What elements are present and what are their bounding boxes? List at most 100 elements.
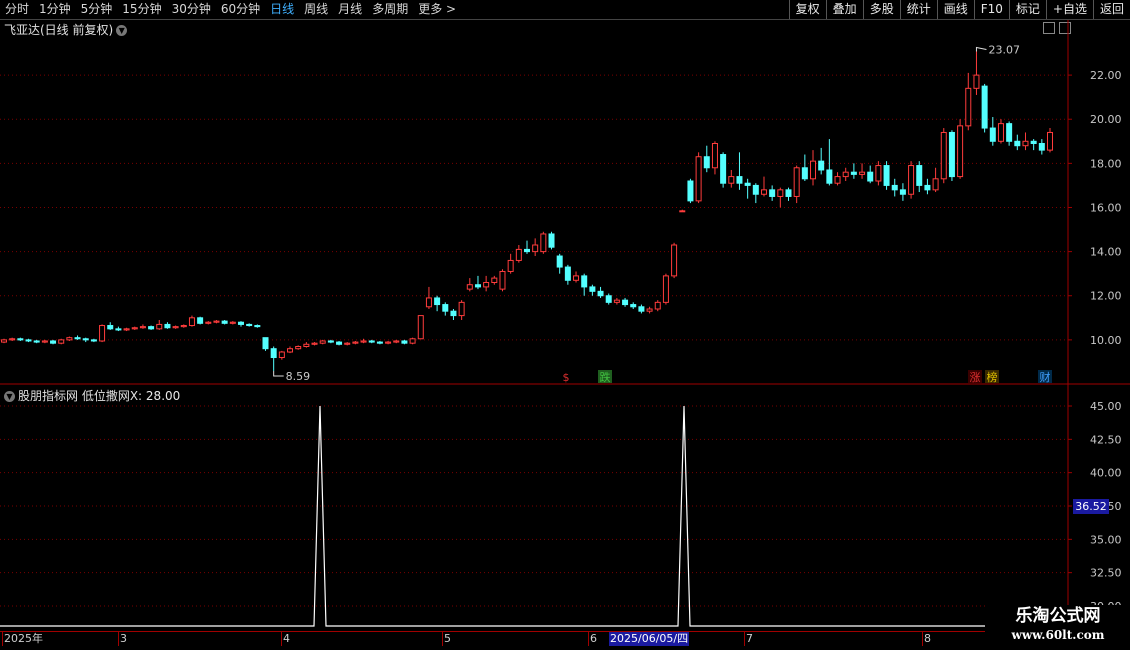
candle-body: [662, 275, 669, 303]
candle-body: [1022, 140, 1029, 147]
candle-body: [139, 326, 146, 329]
candle-body: [229, 321, 236, 324]
period-tab[interactable]: 15分钟: [117, 0, 166, 19]
candle-body: [891, 184, 898, 191]
toolbar-button[interactable]: 叠加: [825, 0, 863, 19]
candle-body: [867, 171, 874, 182]
candle-body: [409, 338, 416, 344]
candle-body: [916, 165, 923, 186]
candle-body: [826, 169, 833, 184]
candle-body: [818, 160, 825, 171]
candle-body: [842, 171, 849, 178]
candle-body: [850, 171, 857, 175]
period-tab[interactable]: 30分钟: [167, 0, 216, 19]
candle-body: [401, 340, 408, 344]
period-tab[interactable]: 日线: [265, 0, 299, 19]
candle-body: [540, 233, 547, 253]
period-tabs: 分时 1分钟 5分钟 15分钟 30分钟 60分钟 日线 周线 月线 多周期 更多 >: [0, 0, 461, 19]
chart-canvas[interactable]: 22.00 20.00 18.00 16.00 14.00 12.00 10.00 23.07…: [0, 20, 1130, 632]
candle-body: [66, 337, 73, 341]
candle-body: [532, 244, 539, 253]
event-marker[interactable]: 跌: [600, 370, 611, 384]
indicator-name: 股朋指标网 低位撒网X:: [18, 389, 143, 403]
toolbar-button[interactable]: 标记: [1008, 0, 1046, 19]
candle-body: [924, 184, 931, 191]
indicator-title[interactable]: ▼ 股朋指标网 低位撒网X: 28.00: [4, 387, 180, 404]
toolbar-button[interactable]: 统计: [899, 0, 937, 19]
period-tab[interactable]: 5分钟: [76, 0, 118, 19]
candle-body: [687, 180, 694, 202]
chevron-down-icon[interactable]: ▼: [4, 391, 15, 402]
candle-body: [1047, 131, 1053, 151]
candle-body: [720, 154, 727, 184]
candle-body: [327, 340, 334, 343]
date-label: 3: [120, 632, 127, 645]
toolbar-button[interactable]: 返回: [1092, 0, 1130, 19]
date-tick: [588, 632, 589, 646]
date-label: 2025年: [4, 632, 43, 645]
toolbar-button[interactable]: 复权: [788, 0, 826, 19]
period-tab[interactable]: 60分钟: [216, 0, 265, 19]
candle-body: [1038, 142, 1045, 151]
period-tab[interactable]: 周线: [299, 0, 333, 19]
event-marker[interactable]: $: [563, 371, 570, 384]
date-axis: 2025年 3 4 5 6 7 8 2025/06/05/四: [0, 631, 985, 646]
event-marker[interactable]: 榜: [987, 370, 998, 384]
toolbar-button[interactable]: F10: [973, 0, 1009, 19]
candle-body: [246, 323, 253, 327]
period-tab[interactable]: 分时: [0, 0, 34, 19]
candle-body: [180, 325, 187, 328]
candle-body: [940, 131, 947, 180]
candle-body: [793, 167, 800, 197]
period-tab[interactable]: 多周期: [367, 0, 413, 19]
event-marker[interactable]: 涨: [970, 371, 981, 384]
candle-body: [254, 325, 261, 328]
candle-body: [417, 315, 424, 340]
candle-body: [728, 176, 735, 184]
watermark-url: www.60lt.com: [1011, 628, 1105, 642]
date-label: 8: [924, 632, 931, 645]
toolbar-button[interactable]: 多股: [862, 0, 900, 19]
indicator-tick-label: 42.50: [1090, 433, 1122, 446]
indicator-tick-label: 35.00: [1090, 533, 1122, 546]
date-label: 4: [283, 632, 290, 645]
candle-body: [474, 284, 481, 288]
price-tick-label: 10.00: [1090, 334, 1122, 347]
candle-body: [368, 340, 375, 343]
candle-body: [948, 131, 955, 178]
period-tab[interactable]: 更多 >: [413, 0, 461, 19]
candle-body: [270, 348, 277, 359]
price-tick-label: 16.00: [1090, 201, 1122, 214]
candle-body: [646, 308, 653, 312]
date-label: 5: [444, 632, 451, 645]
toolbar-button[interactable]: 画线: [936, 0, 974, 19]
candle-body: [752, 184, 759, 195]
candle-body: [344, 342, 351, 345]
candle-body: [156, 323, 163, 330]
candle-body: [319, 340, 326, 344]
event-marker[interactable]: 财: [1040, 370, 1051, 384]
candle-body: [589, 286, 596, 292]
toolbar-button[interactable]: +自选: [1045, 0, 1093, 19]
candle-body: [131, 327, 138, 330]
candle-body: [376, 341, 383, 344]
candle-body: [499, 270, 506, 290]
period-tab[interactable]: 月线: [333, 0, 367, 19]
candle-body: [25, 339, 32, 342]
price-tick-label: 18.00: [1090, 157, 1122, 170]
candle-body: [434, 297, 441, 306]
candle-body: [466, 284, 473, 290]
candle-body: [82, 338, 89, 341]
period-tab[interactable]: 1分钟: [34, 0, 76, 19]
candle-body: [932, 178, 939, 191]
candle-body: [744, 182, 751, 186]
candle-body: [262, 337, 269, 350]
candle-body: [425, 297, 432, 308]
candle-body: [556, 255, 563, 268]
candle-body: [123, 328, 130, 331]
price-tick-label: 22.00: [1090, 69, 1122, 82]
candle-body: [605, 295, 612, 303]
candle-body: [1006, 123, 1013, 142]
candle-body: [483, 282, 490, 288]
candle-body: [99, 325, 106, 342]
